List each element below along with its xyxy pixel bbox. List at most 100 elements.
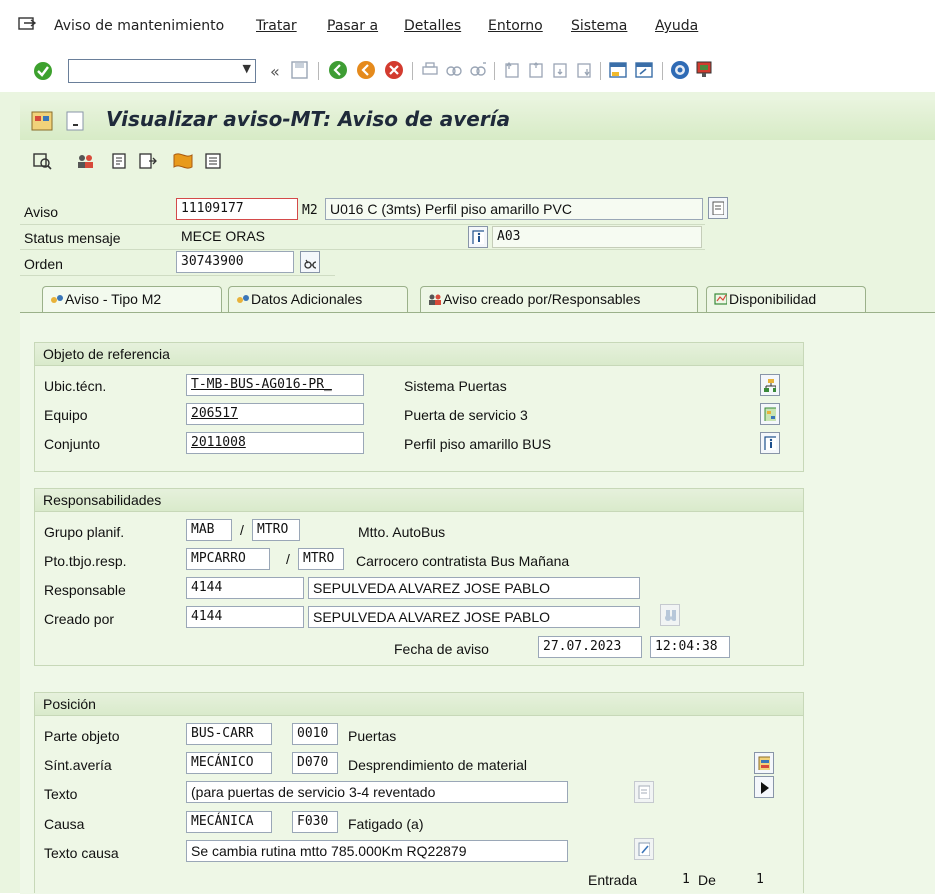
glasses-icon (304, 259, 316, 269)
fecha-aviso-label: Fecha de aviso (394, 641, 489, 657)
print-icon[interactable] (420, 60, 440, 80)
parte-objeto-code-field[interactable]: 0010 (292, 723, 338, 745)
equipo-text: Puerta de servicio 3 (404, 407, 528, 423)
new-session-icon[interactable] (608, 60, 628, 80)
cancel-icon[interactable] (384, 60, 404, 80)
prev-page-icon[interactable] (526, 60, 546, 80)
de-value: 1 (756, 872, 764, 887)
status-info-button[interactable] (468, 226, 488, 248)
sint-averia-field[interactable]: MECÁNICO (186, 752, 272, 774)
long-text-button[interactable] (708, 197, 728, 219)
ubic-tecn-text: Sistema Puertas (404, 378, 507, 394)
tab-disponibilidad[interactable]: Disponibilidad (706, 286, 866, 312)
parte-objeto-label: Parte objeto (44, 728, 120, 744)
structure-button[interactable] (760, 374, 780, 396)
dropdown-icon[interactable] (66, 111, 84, 131)
fecha-aviso-field[interactable]: 27.07.2023 (538, 636, 642, 658)
conjunto-info-button[interactable] (760, 432, 780, 454)
responsable-field[interactable]: 4144 (186, 577, 304, 599)
address-button[interactable] (660, 604, 680, 626)
page-title: Visualizar aviso-MT: Aviso de avería (106, 107, 511, 131)
menu-pasar-a[interactable]: Pasar a (327, 18, 378, 34)
causa-label: Causa (44, 816, 85, 832)
aviso-description-field[interactable]: U016 C (3mts) Perfil piso amarillo PVC (325, 198, 703, 220)
tab-datos-adicionales[interactable]: Datos Adicionales (228, 286, 408, 312)
next-position-button[interactable] (754, 776, 774, 798)
orden-button[interactable] (300, 251, 320, 273)
causa-field[interactable]: MECÁNICA (186, 811, 272, 833)
conjunto-text: Perfil piso amarillo BUS (404, 436, 552, 452)
multi-icon (51, 295, 63, 303)
orden-label: Orden (24, 256, 63, 272)
pto-center-field[interactable]: MTRO (298, 548, 344, 570)
creado-por-field[interactable]: 4144 (186, 606, 304, 628)
command-field[interactable]: ▼ (68, 59, 256, 83)
shortcut-icon[interactable] (634, 60, 654, 80)
tab-aviso-creado[interactable]: Aviso creado por/Responsables (420, 286, 698, 312)
workflow-icon[interactable] (172, 151, 194, 171)
customize-icon[interactable] (694, 60, 714, 80)
action-log-icon[interactable] (138, 152, 158, 170)
grupo-planif-field[interactable]: MAB (186, 519, 232, 541)
first-page-icon[interactable] (502, 60, 522, 80)
pto-tbjo-field[interactable]: MPCARRO (186, 548, 270, 570)
ubic-tecn-field[interactable]: T-MB-BUS-AG016-PR_ (186, 374, 364, 396)
tab-aviso-tipo[interactable]: Aviso - Tipo M2 (42, 286, 222, 312)
menu-icon[interactable] (18, 16, 38, 32)
causa-text: Fatigado (a) (348, 816, 424, 832)
toolbar-separator (600, 62, 601, 80)
sint-averia-code-field[interactable]: D070 (292, 752, 338, 774)
toolbar-separator (318, 62, 319, 80)
texto-causa-field[interactable]: Se cambia rutina mtto 785.000Km RQ22879 (186, 840, 568, 862)
menu-ayuda[interactable]: Ayuda (655, 18, 698, 34)
equipo-label: Equipo (44, 407, 88, 423)
grupo-center-field[interactable]: MTRO (252, 519, 300, 541)
conjunto-field[interactable]: 2011008 (186, 432, 364, 454)
group-title: Posición (35, 693, 803, 716)
responsable-label: Responsable (44, 582, 126, 598)
hora-aviso-field[interactable]: 12:04:38 (650, 636, 730, 658)
availability-icon (714, 293, 727, 305)
menu-detalles[interactable]: Detalles (404, 18, 461, 34)
standard-toolbar: ▼ « (0, 56, 935, 88)
exit-icon[interactable] (356, 60, 376, 80)
detail-icon (758, 756, 770, 770)
display-object-icon[interactable] (33, 152, 53, 170)
check-icon[interactable] (32, 60, 54, 82)
causa-code-field[interactable]: F030 (292, 811, 338, 833)
last-page-icon[interactable] (574, 60, 594, 80)
group-title: Responsabilidades (35, 489, 803, 512)
partners-icon[interactable] (76, 152, 96, 170)
pto-tbjo-label: Pto.tbjo.resp. (44, 553, 127, 569)
texto-long-text-button[interactable] (634, 781, 654, 803)
ubic-tecn-label: Ubic.técn. (44, 378, 107, 394)
equipo-field[interactable]: 206517 (186, 403, 364, 425)
save-icon[interactable] (290, 60, 310, 80)
position-detail-button[interactable] (754, 752, 774, 774)
aviso-label: Aviso (24, 204, 58, 220)
menu-sistema[interactable]: Sistema (571, 18, 627, 34)
orden-field[interactable]: 30743900 (176, 251, 294, 273)
menu-entorno[interactable]: Entorno (488, 18, 543, 34)
find-icon[interactable] (444, 60, 464, 80)
next-page-icon[interactable] (550, 60, 570, 80)
play-icon (761, 782, 769, 794)
app-object-icon[interactable] (31, 111, 53, 131)
row-divider (20, 275, 335, 276)
find-next-icon[interactable] (468, 60, 488, 80)
equipment-icon (764, 407, 776, 421)
texto-field[interactable]: (para puertas de servicio 3-4 reventado (186, 781, 568, 803)
object-list-icon[interactable] (204, 152, 224, 170)
document-icon[interactable] (110, 152, 130, 170)
menu-bar: Aviso de mantenimiento Tratar Pasar a De… (0, 0, 935, 56)
equipment-list-button[interactable] (760, 403, 780, 425)
rewind-icon[interactable]: « (270, 62, 280, 81)
parte-objeto-field[interactable]: BUS-CARR (186, 723, 272, 745)
chevron-down-icon[interactable]: ▼ (243, 62, 251, 75)
back-icon[interactable] (328, 60, 348, 80)
help-icon[interactable] (670, 60, 690, 80)
aviso-number-field[interactable]: 11109177 (176, 198, 298, 220)
texto-causa-edit-button[interactable] (634, 838, 654, 860)
menu-tratar[interactable]: Tratar (256, 18, 297, 34)
menu-aviso[interactable]: Aviso de mantenimiento (54, 18, 224, 34)
